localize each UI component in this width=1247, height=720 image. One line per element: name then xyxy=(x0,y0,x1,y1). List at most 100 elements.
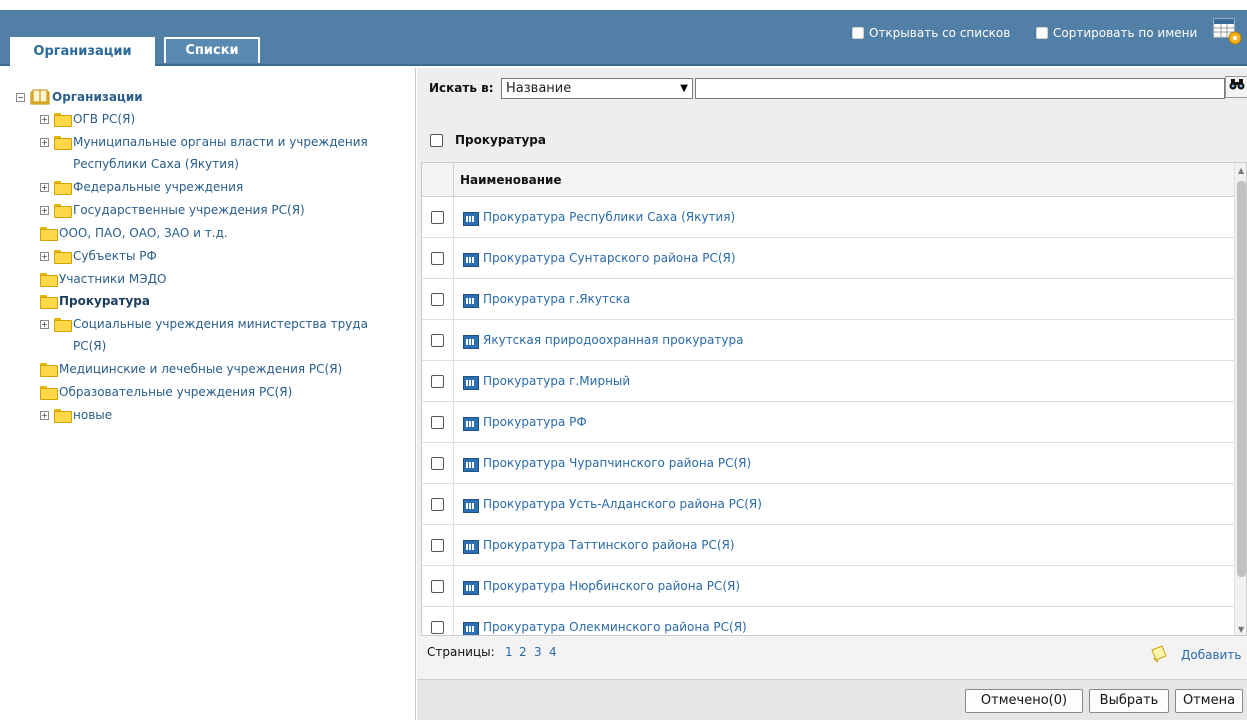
table-row[interactable]: Прокуратура Чурапчинского района РС(Я) xyxy=(422,442,1234,484)
row-checkbox[interactable] xyxy=(431,251,444,265)
row-checkbox-cell xyxy=(422,483,454,525)
tree-root[interactable]: − Организации xyxy=(16,86,143,108)
row-checkbox-cell xyxy=(422,237,454,279)
row-checkbox-cell xyxy=(422,524,454,566)
expand-icon[interactable]: + xyxy=(40,320,49,329)
select-button[interactable]: Выбрать xyxy=(1089,689,1169,713)
table-row[interactable]: Прокуратура Нюрбинского района РС(Я) xyxy=(422,565,1234,607)
open-from-lists-checkbox[interactable] xyxy=(852,27,864,39)
open-from-lists-label: Открывать со списков xyxy=(869,26,1011,40)
scroll-up-icon[interactable]: ▲ xyxy=(1238,166,1244,175)
row-link[interactable]: Прокуратура Усть-Алданского района РС(Я) xyxy=(483,497,762,511)
expand-icon[interactable]: + xyxy=(40,252,49,261)
scrollbar-thumb[interactable] xyxy=(1237,181,1246,577)
row-checkbox[interactable] xyxy=(431,374,444,388)
row-link[interactable]: Прокуратура Республики Саха (Якутия) xyxy=(483,210,735,224)
table-row[interactable]: Прокуратура г.Мирный xyxy=(422,360,1234,402)
tree-item-education[interactable]: Образовательные учреждения РС(Я) xyxy=(40,381,292,403)
row-link[interactable]: Прокуратура Сунтарского района РС(Я) xyxy=(483,251,736,265)
expand-icon[interactable]: + xyxy=(40,138,49,147)
table-row[interactable]: Прокуратура Таттинского района РС(Я) xyxy=(422,524,1234,566)
tree-item-subjects[interactable]: + Субъекты РФ xyxy=(40,245,157,267)
row-checkbox[interactable] xyxy=(431,538,444,552)
row-checkbox-cell xyxy=(422,319,454,361)
find-button[interactable] xyxy=(1225,76,1247,98)
row-checkbox[interactable] xyxy=(431,415,444,429)
organization-icon xyxy=(463,293,479,308)
search-field-select[interactable]: Название ▼ xyxy=(501,78,693,99)
row-link[interactable]: Якутская природоохранная прокуратура xyxy=(483,333,743,347)
column-name-header[interactable]: Наименование xyxy=(460,173,562,187)
row-link[interactable]: Прокуратура Чурапчинского района РС(Я) xyxy=(483,456,751,470)
table-row[interactable]: Прокуратура Усть-Алданского района РС(Я) xyxy=(422,483,1234,525)
table-row[interactable]: Прокуратура Республики Саха (Якутия) xyxy=(422,196,1234,238)
tree-item-medo[interactable]: Участники МЭДО xyxy=(40,268,166,290)
row-link[interactable]: Прокуратура Нюрбинского района РС(Я) xyxy=(483,579,740,593)
table-row[interactable]: Прокуратура РФ xyxy=(422,401,1234,443)
tree-item-municipal[interactable]: + Муниципальные органы власти и учрежден… xyxy=(40,131,368,175)
expand-icon[interactable]: + xyxy=(40,115,49,124)
marked-button[interactable]: Отмечено(0) xyxy=(965,689,1083,713)
tree-item-state[interactable]: + Государственные учреждения РС(Я) xyxy=(40,199,305,221)
tree-item-federal[interactable]: + Федеральные учреждения xyxy=(40,176,243,198)
folder-icon xyxy=(40,295,58,309)
sort-by-name-option[interactable]: Сортировать по имени xyxy=(1036,26,1197,40)
add-link[interactable]: Добавить xyxy=(1181,648,1241,662)
tree-item-companies[interactable]: ООО, ПАО, ОАО, ЗАО и т.д. xyxy=(40,222,228,244)
tree-item-label: Государственные учреждения РС(Я) xyxy=(73,203,305,217)
expand-icon[interactable]: + xyxy=(40,206,49,215)
table-row[interactable]: Прокуратура г.Якутска xyxy=(422,278,1234,320)
row-checkbox[interactable] xyxy=(431,333,444,347)
table-row[interactable]: Прокуратура Сунтарского района РС(Я) xyxy=(422,237,1234,279)
sort-by-name-checkbox[interactable] xyxy=(1036,27,1048,39)
open-from-lists-option[interactable]: Открывать со списков xyxy=(852,26,1010,40)
pagination-bar: Страницы: 1 2 3 4 Добавить xyxy=(417,636,1247,680)
tree-item-medical[interactable]: Медицинские и лечебные учреждения РС(Я) xyxy=(40,358,342,380)
tab-organizations[interactable]: Организации xyxy=(10,37,155,67)
row-checkbox[interactable] xyxy=(431,210,444,224)
tree-item-new[interactable]: + новые xyxy=(40,404,112,426)
page-link-1[interactable]: 1 xyxy=(505,645,513,659)
folder-icon xyxy=(40,386,58,400)
settings-grid-icon[interactable] xyxy=(1213,18,1243,46)
scroll-down-icon[interactable]: ▼ xyxy=(1238,625,1244,634)
expand-icon[interactable]: + xyxy=(40,183,49,192)
expand-icon[interactable]: + xyxy=(40,411,49,420)
folder-icon xyxy=(54,204,72,218)
row-checkbox[interactable] xyxy=(431,579,444,593)
tab-lists[interactable]: Списки xyxy=(164,37,260,63)
table-row[interactable]: Прокуратура Олекминского района РС(Я) xyxy=(422,606,1234,635)
add-note-icon[interactable] xyxy=(1149,644,1169,664)
row-checkbox-cell xyxy=(422,565,454,607)
search-input[interactable] xyxy=(695,78,1225,99)
tree-item-label-line1: Социальные учреждения министерства труда xyxy=(73,317,368,331)
cancel-button[interactable]: Отмена xyxy=(1175,689,1243,713)
row-link[interactable]: Прокуратура г.Мирный xyxy=(483,374,630,388)
row-checkbox[interactable] xyxy=(431,292,444,306)
row-link[interactable]: Прокуратура Таттинского района РС(Я) xyxy=(483,538,735,552)
collapse-icon[interactable]: − xyxy=(16,93,25,102)
row-checkbox[interactable] xyxy=(431,456,444,470)
row-link[interactable]: Прокуратура г.Якутска xyxy=(483,292,630,306)
page-link-2[interactable]: 2 xyxy=(519,645,527,659)
page-link-3[interactable]: 3 xyxy=(534,645,542,659)
row-link[interactable]: Прокуратура РФ xyxy=(483,415,587,429)
tree-item-prokuratura[interactable]: Прокуратура xyxy=(40,290,150,312)
organization-icon xyxy=(463,580,479,595)
folder-icon xyxy=(54,181,72,195)
row-link[interactable]: Прокуратура Олекминского района РС(Я) xyxy=(483,620,747,634)
organization-tree-panel: − Организации + ОГВ РС(Я) + Муниципальны… xyxy=(0,68,416,720)
row-checkbox[interactable] xyxy=(431,620,444,634)
group-select-all-checkbox[interactable] xyxy=(430,133,443,147)
row-checkbox[interactable] xyxy=(431,497,444,511)
table-row[interactable]: Якутская природоохранная прокуратура xyxy=(422,319,1234,361)
row-checkbox-cell xyxy=(422,401,454,443)
folder-icon xyxy=(54,113,72,127)
page-link-4[interactable]: 4 xyxy=(549,645,557,659)
dialog-footer: Отмечено(0) Выбрать Отмена xyxy=(417,680,1247,720)
tree-item-social[interactable]: + Социальные учреждения министерства тру… xyxy=(40,313,368,357)
tree-item-ogv[interactable]: + ОГВ РС(Я) xyxy=(40,108,135,130)
table-scrollbar[interactable]: ▲ ▼ xyxy=(1234,163,1246,635)
folder-icon xyxy=(40,227,58,241)
organization-icon xyxy=(463,498,479,513)
